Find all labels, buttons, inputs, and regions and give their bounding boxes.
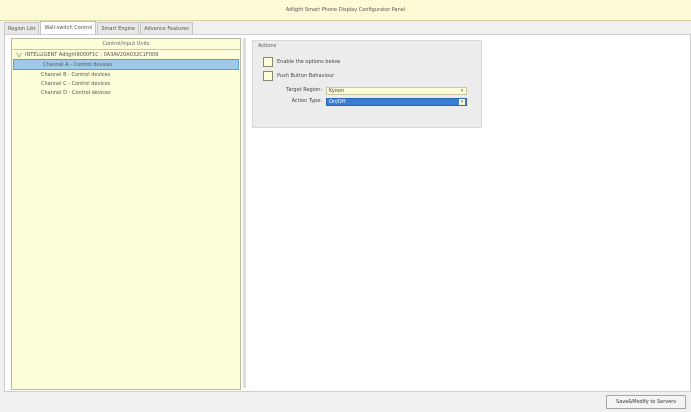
target-region-row: Target Region: [263,87,326,93]
action-type-label: Action Type: [291,98,322,104]
tree-header: Control/Input Units [12,39,240,50]
control-units-tree[interactable]: Control/Input Units INTELLIGENT Adlight9… [11,38,241,390]
push-button-label: Push Button Behaviour [277,73,335,79]
tab-smart-engine[interactable]: Smart Engine [97,22,140,34]
tree-root-label: INTELLIGENT Adlight9000F1C : 0A3AV20A032… [25,51,159,58]
tree-item-channel-b[interactable]: Channel B - Control devices [12,70,240,79]
target-region-select[interactable]: Kyoon ▾ [326,87,467,95]
panel-splitter[interactable] [243,38,246,388]
enable-options-checkbox[interactable] [263,57,273,67]
action-type-value: On/Off [329,99,346,105]
target-region-label: Target Region: [286,87,322,93]
tree-item-channel-d[interactable]: Channel D - Control devices [12,88,240,97]
tab-bar: Region List Wall-switch Control Smart En… [4,21,194,34]
tab-content: Control/Input Units INTELLIGENT Adlight9… [4,34,691,392]
tree-item-channel-c[interactable]: Channel C - Control devices [12,79,240,88]
target-region-value: Kyoon [329,88,345,94]
enable-options-label: Enable the options below [277,59,341,65]
actions-title: Actions [258,43,277,49]
tree-root-item[interactable]: INTELLIGENT Adlight9000F1C : 0A3AV20A032… [12,50,240,59]
tree-item-channel-a[interactable]: Channel A - Control devices [13,59,239,70]
push-button-row: Push Button Behaviour [263,71,334,81]
chevron-down-icon[interactable]: ▾ [459,88,465,94]
chevron-down-icon[interactable] [16,52,22,58]
enable-options-row: Enable the options below [263,57,340,67]
save-modify-button[interactable]: Save&Modify to Servers [606,395,686,409]
tab-advance-features[interactable]: Advance Features [140,22,193,34]
chevron-down-icon[interactable]: ▾ [459,99,465,105]
action-type-select[interactable]: On/Off ▾ [326,98,467,106]
actions-group: Actions Enable the options below Push Bu… [252,40,482,128]
action-type-row: Action Type: [263,98,326,104]
tab-wall-switch-control[interactable]: Wall-switch Control [40,21,97,34]
tab-region-list[interactable]: Region List [4,22,40,34]
window-title: Adlight Smart Phone Display Configurator… [0,0,691,21]
push-button-checkbox[interactable] [263,71,273,81]
